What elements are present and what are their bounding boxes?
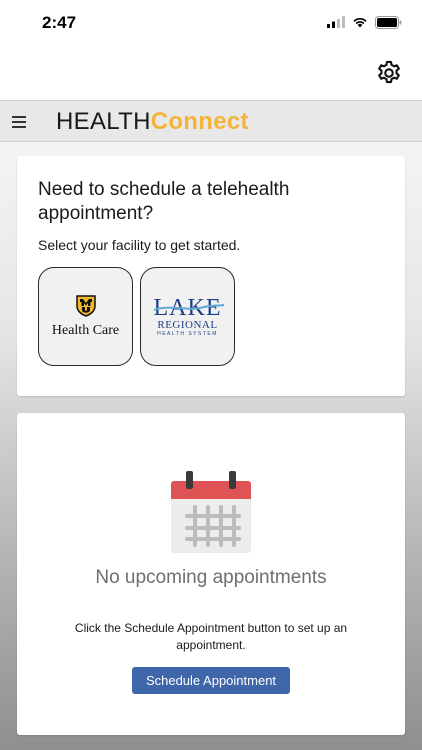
health-system-logo-word: HEALTH SYSTEM <box>157 330 218 337</box>
settings-button[interactable] <box>374 58 404 88</box>
lake-regional-logo: LAKE REGIONAL HEALTH SYSTEM <box>153 296 224 337</box>
schedule-card-title: Need to schedule a telehealth appointmen… <box>38 179 290 224</box>
brand-part-connect: Connect <box>150 108 249 135</box>
status-time: 2:47 <box>42 13 77 32</box>
schedule-telehealth-card: Need to schedule a telehealth appointmen… <box>17 156 405 396</box>
top-bar <box>0 46 422 100</box>
status-icons <box>327 15 402 29</box>
schedule-help-text: Click the Schedule Appointment button to… <box>74 621 348 652</box>
facility-logo-text: Health Care <box>51 322 120 338</box>
status-bar: 2:47 <box>0 0 422 46</box>
app-logo: HEALTHConnect <box>56 108 249 136</box>
schedule-card-subtitle: Select your facility to get started. <box>38 237 241 253</box>
schedule-appointment-button[interactable]: Schedule Appointment <box>132 667 290 694</box>
facility-button-lake-regional[interactable]: LAKE REGIONAL HEALTH SYSTEM <box>140 267 235 366</box>
wifi-icon <box>353 17 367 28</box>
nav-bar: HEALTHConnect <box>0 100 422 142</box>
facility-button-mu-health-care[interactable]: Health Care <box>38 267 133 366</box>
no-appointments-message: No upcoming appointments <box>95 567 327 588</box>
brand-part-health: HEALTH <box>56 108 151 135</box>
gear-icon <box>378 60 400 84</box>
battery-icon <box>375 15 402 29</box>
calendar-icon <box>171 471 251 553</box>
mu-shield-logo-icon <box>75 294 96 317</box>
appointments-card: No upcoming appointments Click the Sched… <box>17 413 405 735</box>
hamburger-menu-icon[interactable] <box>12 112 32 132</box>
lake-wave-icon <box>153 303 224 311</box>
regional-logo-word: REGIONAL <box>157 318 218 331</box>
cellular-signal-icon <box>327 16 345 28</box>
